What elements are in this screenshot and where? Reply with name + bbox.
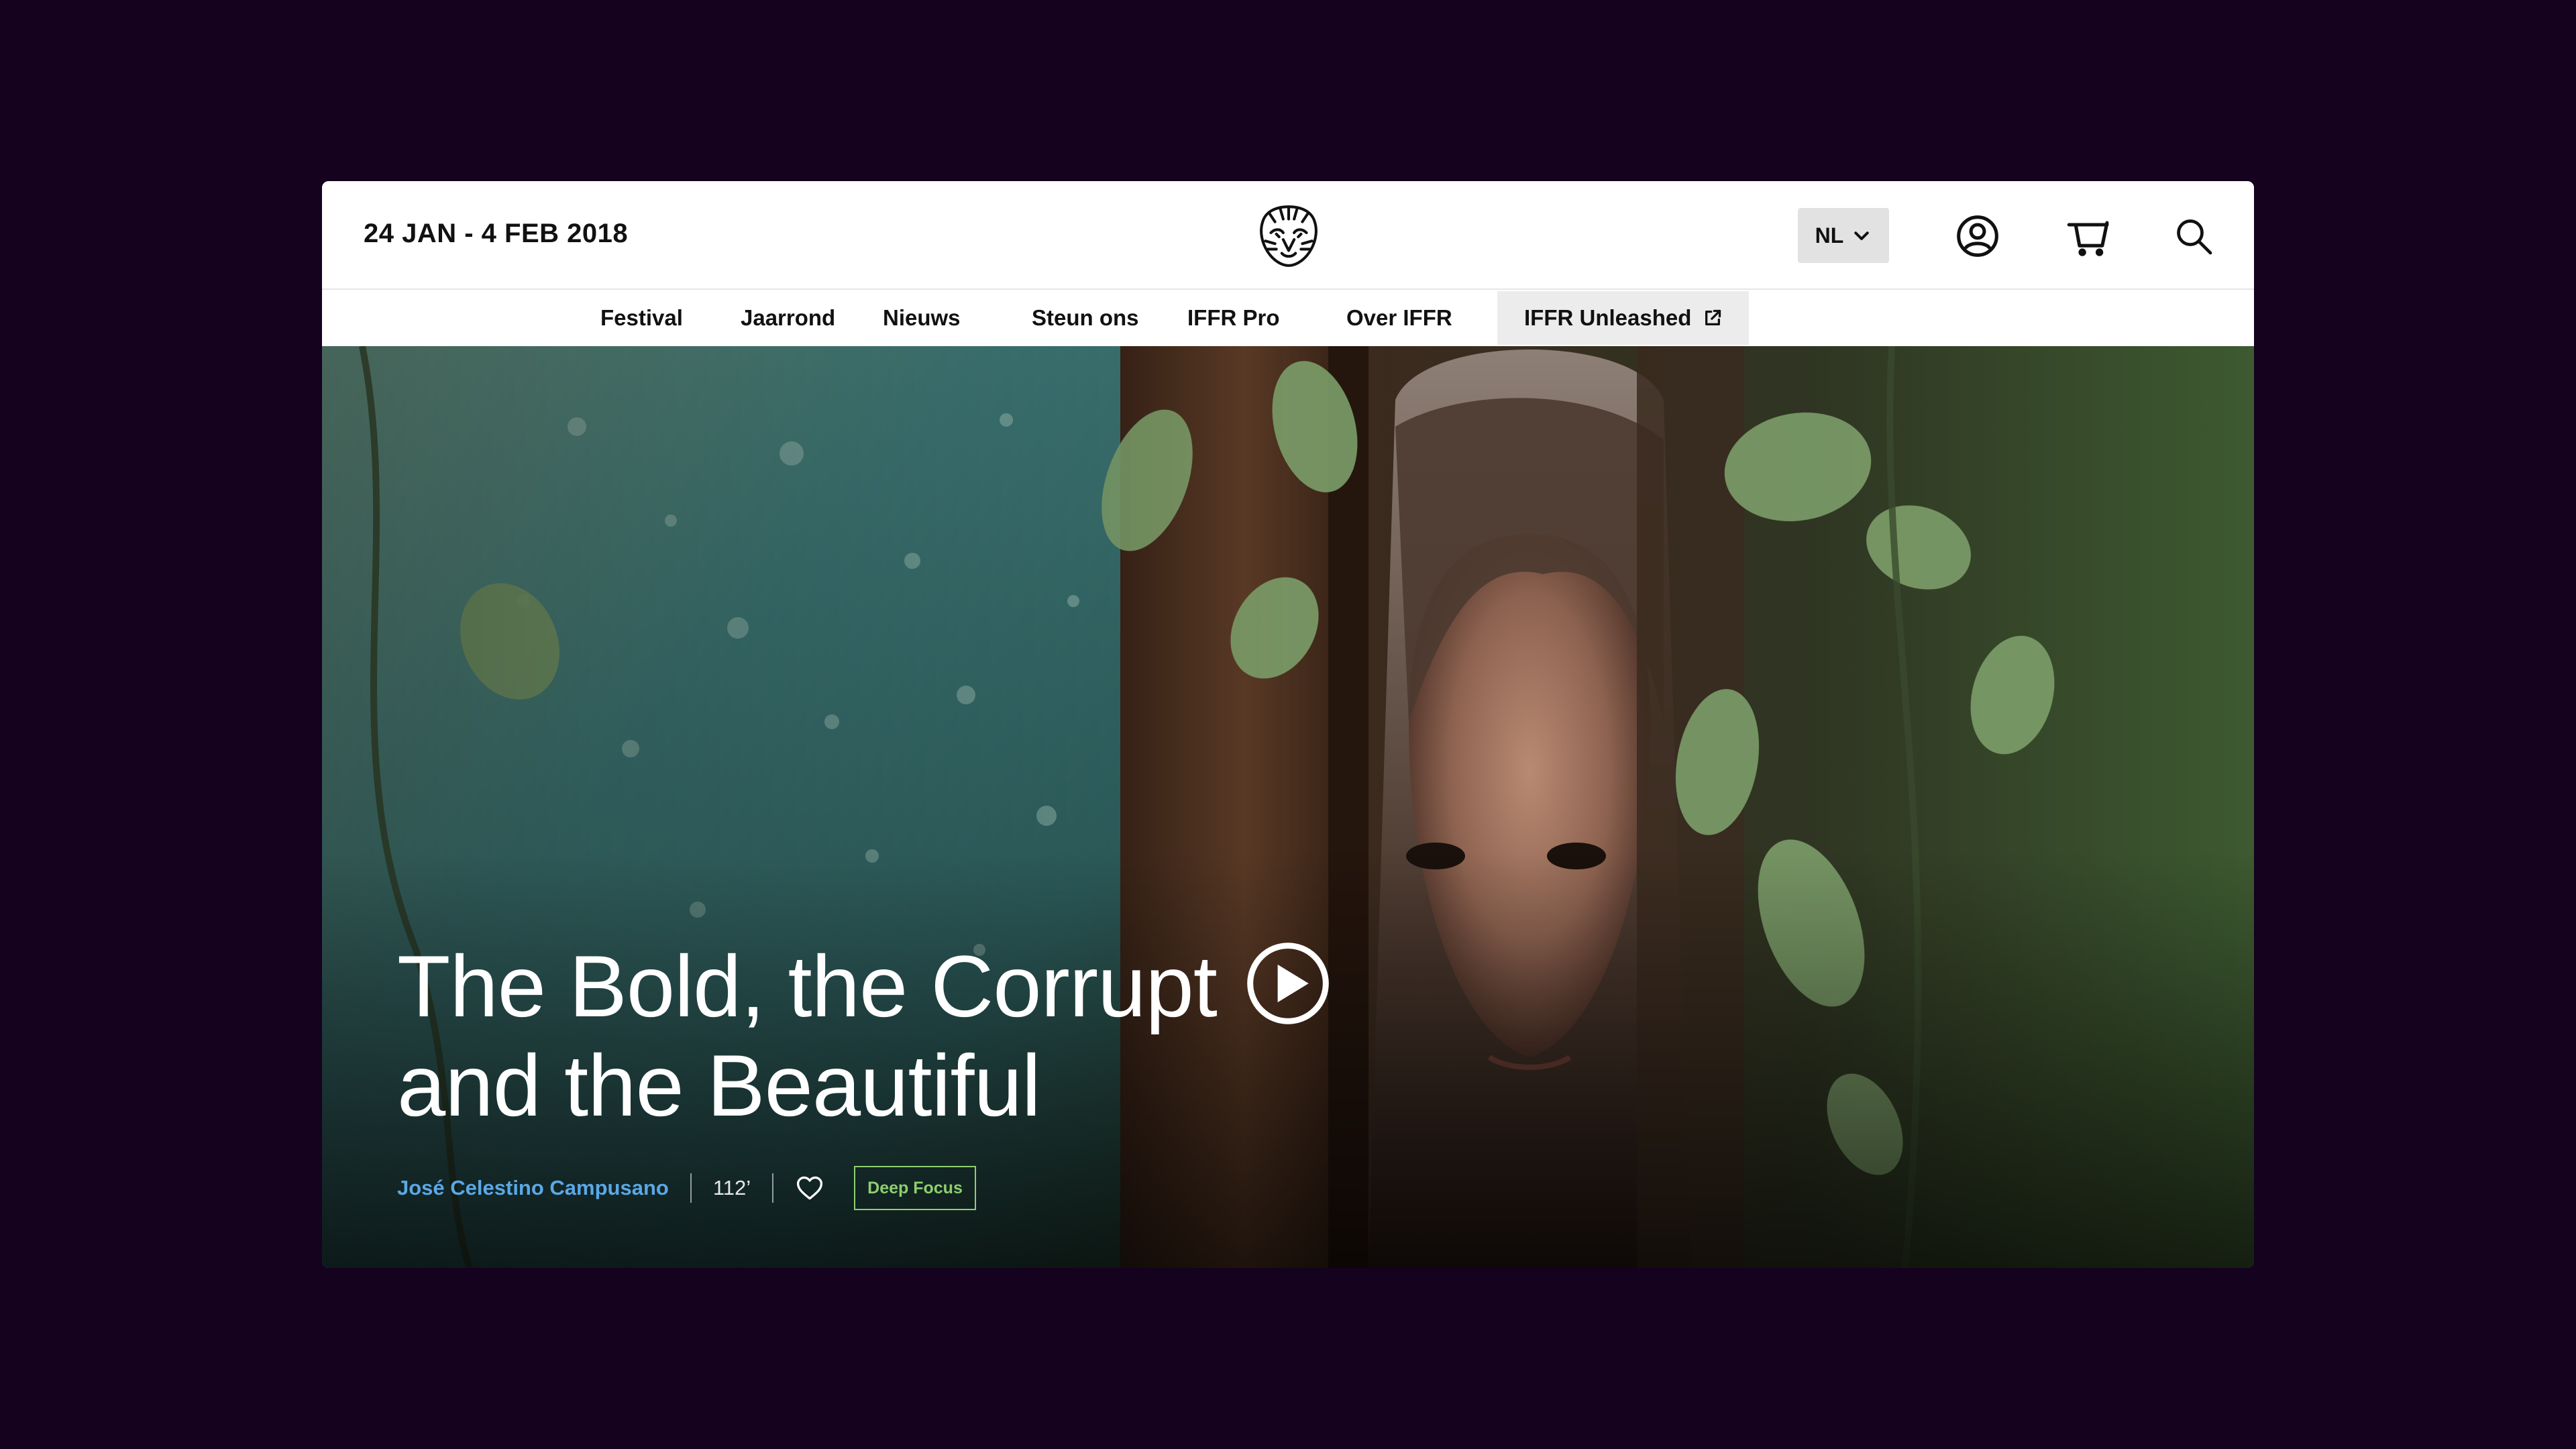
film-duration: 112’ (712, 1176, 751, 1199)
language-label: NL (1815, 223, 1844, 248)
external-link-icon (1705, 309, 1721, 325)
nav-item-iffr-unleashed[interactable]: IFFR Unleashed (1497, 291, 1750, 345)
play-icon[interactable] (1245, 941, 1331, 1026)
meta-divider (690, 1173, 692, 1203)
nav-item-festival[interactable]: Festival (600, 291, 683, 345)
nav-item-iffr-unleashed-label: IFFR Unleashed (1524, 305, 1692, 330)
browser-window: 24 JAN - 4 FEB 2018 NL Festival Jaarrond… (322, 181, 2254, 1268)
hero-banner: The Bold, the Corrupt and the Beautiful (322, 346, 2254, 1268)
nav-item-over-iffr[interactable]: Over IFFR (1346, 291, 1452, 345)
program-tag[interactable]: Deep Focus (854, 1166, 976, 1210)
film-title: The Bold, the Corrupt and the Beautiful (397, 936, 1218, 1135)
film-title-line-1: The Bold, the Corrupt (397, 937, 1218, 1035)
film-title-line-2: and the Beautiful (397, 1036, 1041, 1134)
language-select[interactable]: NL (1798, 208, 1889, 263)
account-icon[interactable] (1955, 213, 2000, 259)
tiger-logo-icon[interactable] (1254, 201, 1323, 270)
nav-item-iffr-pro[interactable]: IFFR Pro (1187, 291, 1280, 345)
cart-icon[interactable] (2066, 213, 2112, 259)
nav-item-steun-ons[interactable]: Steun ons (1032, 291, 1139, 345)
festival-date: 24 JAN - 4 FEB 2018 (364, 219, 629, 248)
nav-item-nieuws[interactable]: Nieuws (883, 291, 961, 345)
heart-icon[interactable] (795, 1173, 824, 1203)
main-navigation: Festival Jaarrond Nieuws Steun ons IFFR … (322, 291, 2254, 345)
header-bar: 24 JAN - 4 FEB 2018 NL (322, 181, 2254, 290)
nav-item-jaarrond[interactable]: Jaarrond (741, 291, 835, 345)
film-meta: José Celestino Campusano 112’ Deep Focus (397, 1166, 976, 1210)
director-link[interactable]: José Celestino Campusano (397, 1176, 669, 1200)
search-icon[interactable] (2174, 215, 2214, 258)
chevron-down-icon (1854, 231, 1870, 240)
meta-divider (772, 1173, 774, 1203)
